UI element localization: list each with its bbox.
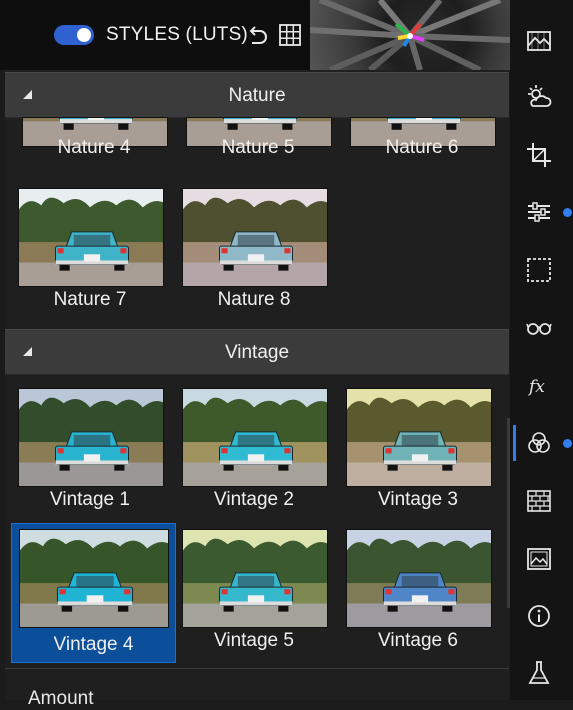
style-label: Nature 4 xyxy=(57,137,131,158)
style-tile-vintage-3[interactable]: Vintage 3 xyxy=(340,384,496,520)
crop-icon[interactable] xyxy=(524,140,554,170)
style-tile-vintage-6[interactable]: Vintage 6 xyxy=(340,525,496,661)
car-photo xyxy=(19,389,163,486)
car-photo xyxy=(20,530,168,627)
style-thumbnail xyxy=(19,529,169,628)
color-circles-icon[interactable] xyxy=(524,428,554,458)
sliders-indicator-dot xyxy=(563,208,572,217)
style-label: Nature 8 xyxy=(217,289,291,310)
bricks-icon[interactable] xyxy=(524,486,554,516)
style-label: Vintage 2 xyxy=(214,489,294,510)
car-photo xyxy=(347,389,491,486)
divider xyxy=(5,668,509,669)
image-icon[interactable] xyxy=(524,544,554,574)
pencils-graphic xyxy=(310,0,510,70)
info-icon[interactable] xyxy=(524,601,554,631)
style-label: Vintage 3 xyxy=(378,489,458,510)
style-tile-vintage-2[interactable]: Vintage 2 xyxy=(176,384,332,520)
style-thumbnail xyxy=(18,188,164,287)
selection-icon[interactable] xyxy=(524,255,554,285)
style-tile-nature-6[interactable]: Nature 6 xyxy=(344,117,500,163)
sun-cloud-icon[interactable] xyxy=(524,82,554,112)
sliders-icon[interactable] xyxy=(524,197,554,227)
style-tile-vintage-4[interactable]: Vintage 4 xyxy=(11,523,176,663)
fx-icon[interactable]: fx xyxy=(524,370,554,400)
styles-toggle[interactable] xyxy=(54,25,94,45)
style-label: Vintage 5 xyxy=(214,630,294,651)
section-header-nature[interactable]: Nature xyxy=(5,72,509,118)
style-label: Nature 7 xyxy=(53,289,127,310)
style-label: Nature 5 xyxy=(221,137,295,158)
car-photo xyxy=(183,530,327,627)
section-title: Vintage xyxy=(224,342,290,363)
style-tile-nature-8[interactable]: Nature 8 xyxy=(176,184,332,320)
undo-icon[interactable] xyxy=(244,22,270,48)
style-tile-vintage-1[interactable]: Vintage 1 xyxy=(12,384,168,520)
tool-sidebar: fx xyxy=(510,0,573,700)
section-title: Nature xyxy=(228,85,286,106)
amount-label: Amount xyxy=(28,688,94,709)
panel-title: STYLES (LUTS) xyxy=(106,24,248,45)
svg-text:fx: fx xyxy=(527,377,545,397)
glasses-icon[interactable] xyxy=(524,313,554,343)
car-photo xyxy=(183,389,327,486)
style-label: Vintage 1 xyxy=(50,489,130,510)
style-label: Vintage 6 xyxy=(378,630,458,651)
car-photo xyxy=(347,530,491,627)
landscape-mask-icon[interactable] xyxy=(524,26,554,56)
header-pencils-image xyxy=(310,0,510,70)
style-tile-nature-5[interactable]: Nature 5 xyxy=(180,117,336,163)
style-thumbnail xyxy=(346,529,492,628)
style-thumbnail xyxy=(182,388,328,487)
active-tool-bar xyxy=(513,425,516,461)
car-photo xyxy=(183,189,327,286)
style-thumbnail xyxy=(182,188,328,287)
style-tile-nature-7[interactable]: Nature 7 xyxy=(12,184,168,320)
style-tile-nature-4[interactable]: Nature 4 xyxy=(16,117,172,163)
styles-header: STYLES (LUTS) xyxy=(0,0,510,70)
toggle-knob xyxy=(77,28,91,42)
active-indicator-dot xyxy=(563,439,572,448)
section-header-vintage[interactable]: Vintage xyxy=(5,329,509,375)
style-thumbnail xyxy=(18,388,164,487)
style-label: Nature 6 xyxy=(385,137,459,158)
style-tile-vintage-5[interactable]: Vintage 5 xyxy=(176,525,332,661)
flask-icon[interactable] xyxy=(524,658,554,688)
style-thumbnail xyxy=(346,388,492,487)
style-label: Vintage 4 xyxy=(53,634,134,655)
grid-view-icon[interactable] xyxy=(277,22,303,48)
style-thumbnail xyxy=(182,529,328,628)
car-photo xyxy=(19,189,163,286)
